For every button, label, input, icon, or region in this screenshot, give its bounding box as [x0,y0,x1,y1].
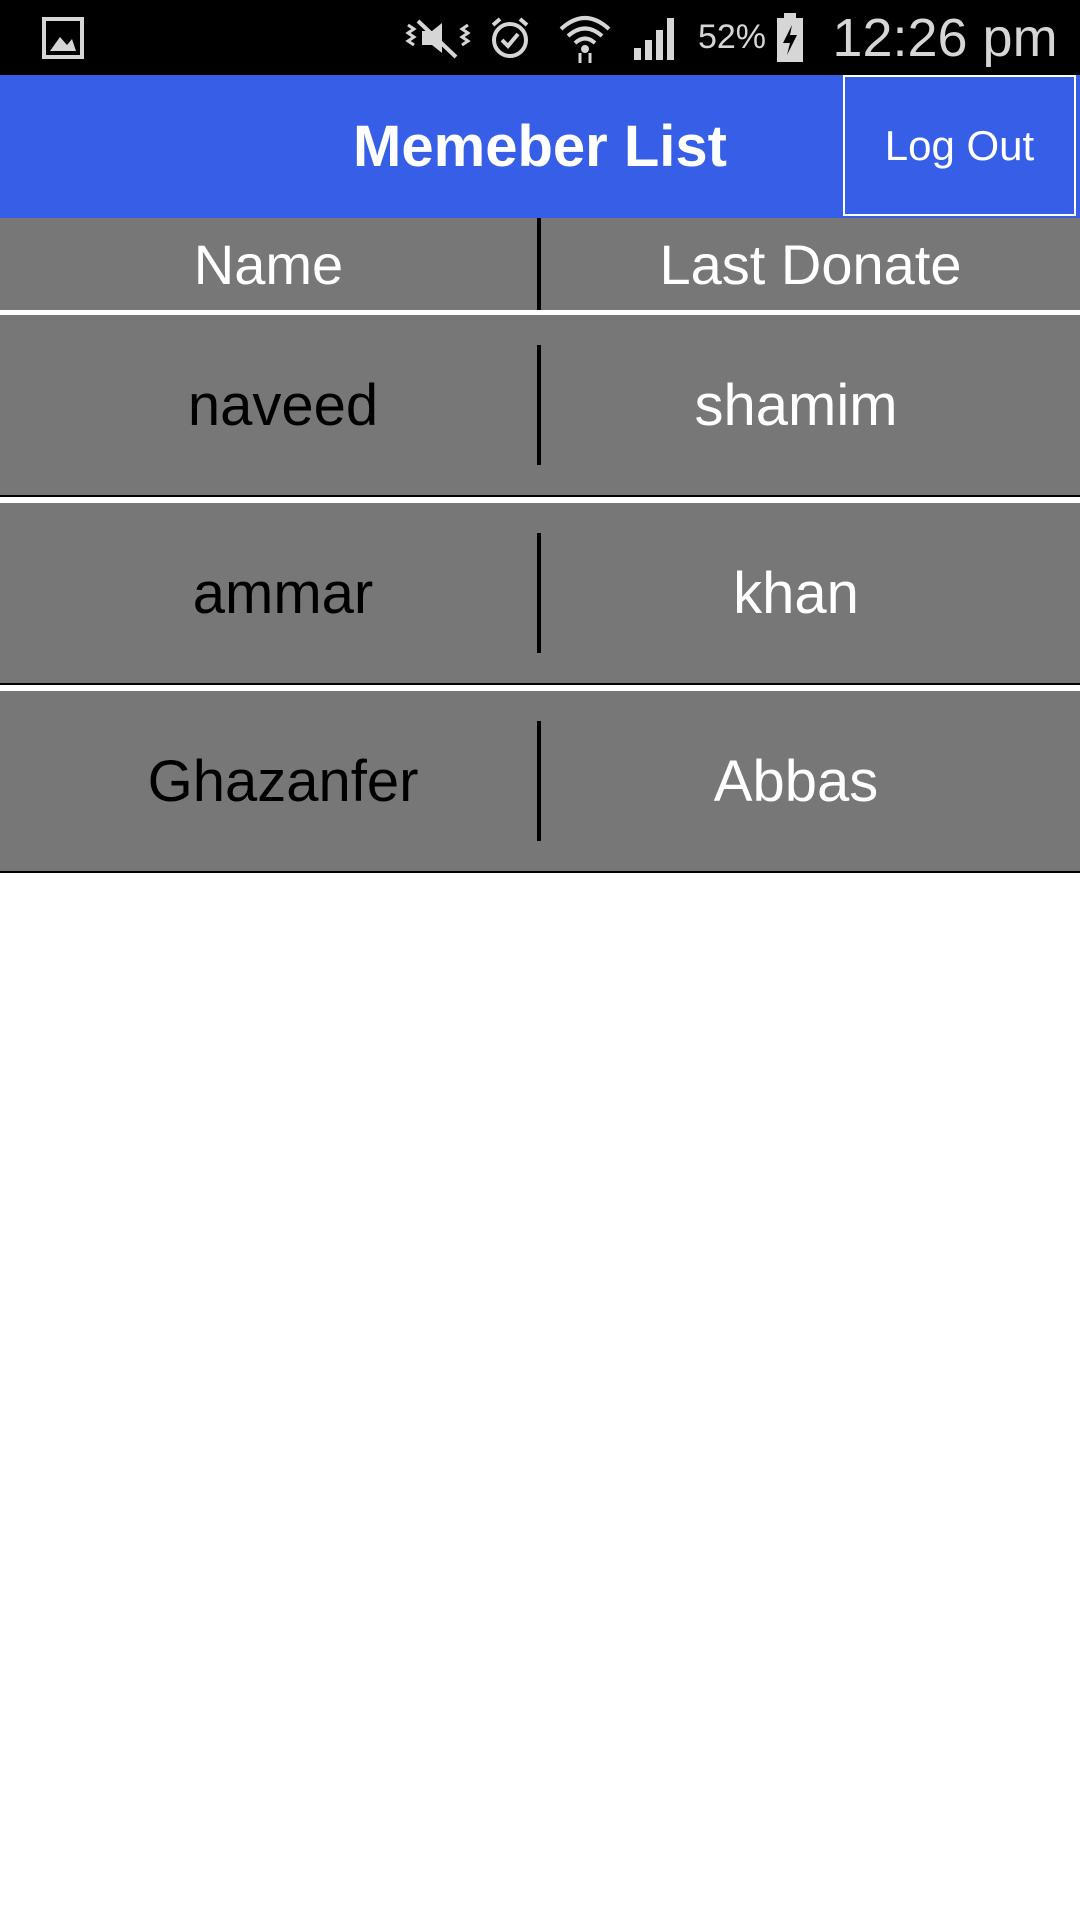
row-last-donate: Abbas [713,748,879,814]
row-last-donate: shamim [694,372,898,438]
gallery-icon [38,0,88,75]
row-last-donate: khan [733,560,859,626]
table-row[interactable]: naveed shamim [0,315,1080,497]
app-bar: Memeber List Log Out [0,75,1080,218]
table-header: Name Last Donate [0,218,1080,315]
row-name: naveed [187,372,379,438]
row-name: Ghazanfer [147,748,419,814]
vibrate-mute-icon [400,0,476,75]
wifi-icon [556,0,614,75]
column-header-last-donate: Last Donate [659,232,962,296]
row-name: ammar [192,560,374,626]
alarm-icon [484,0,536,75]
logout-button[interactable]: Log Out [843,75,1076,216]
table-row[interactable]: Ghazanfer Abbas [0,691,1080,873]
status-bar: 52% 12:26 pm [0,0,1080,75]
clock: 12:26 pm [832,7,1058,68]
table-row[interactable]: ammar khan [0,503,1080,685]
signal-icon [630,0,682,75]
column-header-name: Name [193,232,344,296]
battery-percent: 52% [697,18,767,56]
battery-charging-icon [772,0,808,75]
